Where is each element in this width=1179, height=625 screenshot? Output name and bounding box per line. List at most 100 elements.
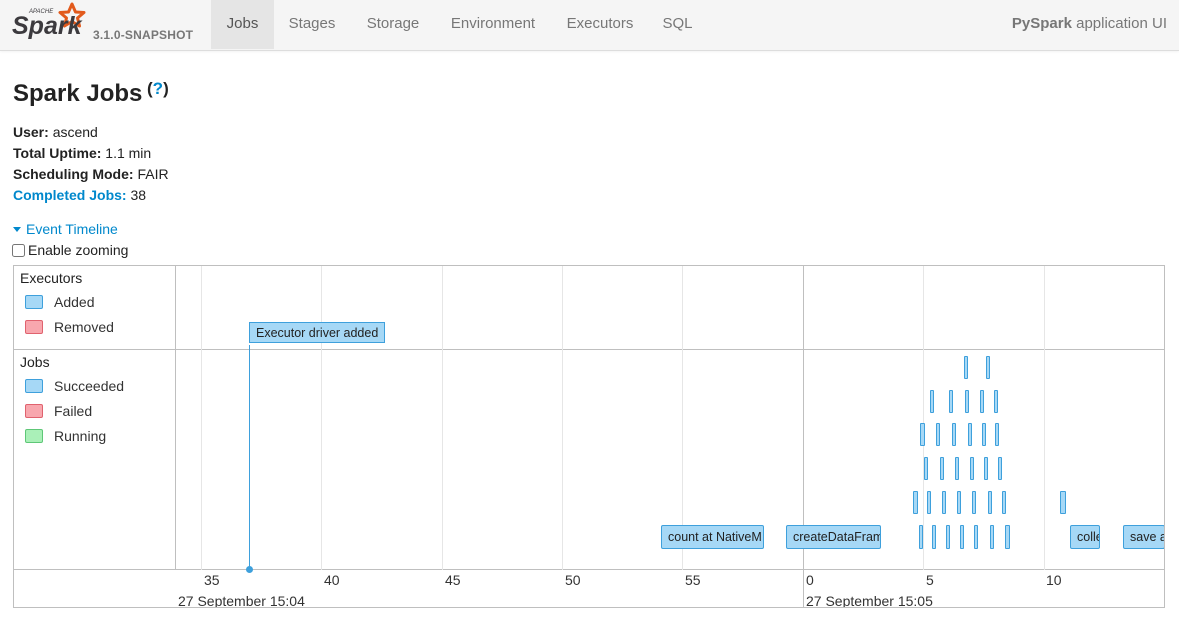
legend-running-swatch	[25, 429, 43, 443]
job-bar[interactable]	[946, 525, 950, 549]
gridline	[562, 266, 563, 570]
job-bar[interactable]	[1002, 491, 1006, 514]
tick-label: 35	[204, 572, 220, 588]
summary-completed: Completed Jobs: 38	[13, 185, 169, 206]
tab-jobs[interactable]: Jobs	[211, 0, 274, 49]
legend-succeeded-label: Succeeded	[54, 378, 125, 394]
job-bar[interactable]	[970, 457, 974, 480]
tick-label: 5	[926, 572, 934, 588]
scheduling-label: Scheduling Mode:	[13, 166, 134, 182]
completed-jobs-value: 38	[130, 187, 147, 203]
job-bar[interactable]	[942, 491, 946, 514]
job-bar[interactable]	[986, 356, 990, 379]
job-bar[interactable]	[990, 525, 994, 549]
job-bar[interactable]	[940, 457, 944, 480]
help-question[interactable]: ?	[153, 79, 163, 98]
zoom-row: Enable zooming	[12, 242, 128, 258]
event-timeline[interactable]: Executors Added Removed Jobs Succeeded F…	[13, 265, 1165, 608]
page-title: Spark Jobs	[13, 80, 143, 107]
tick-label: 55	[685, 572, 701, 588]
legend-removed-swatch	[25, 320, 43, 334]
tab-sql[interactable]: SQL	[650, 0, 705, 49]
job-count-at-nativem[interactable]: count at NativeM	[661, 525, 764, 549]
navbar: APACHE Spark 3.1.0-SNAPSHOT Jobs Stages …	[0, 0, 1179, 51]
job-bar[interactable]	[924, 457, 928, 480]
summary-uptime: Total Uptime: 1.1 min	[13, 143, 169, 164]
job-bar[interactable]	[930, 390, 934, 413]
job-collect[interactable]: colle	[1070, 525, 1100, 549]
job-bar[interactable]	[913, 491, 918, 514]
executors-group-title: Executors	[20, 270, 83, 286]
job-bar[interactable]	[984, 457, 988, 480]
job-bar[interactable]	[952, 423, 956, 446]
job-bar[interactable]	[964, 356, 968, 379]
executor-event-dot[interactable]	[246, 566, 253, 573]
summary-list: User: ascend Total Uptime: 1.1 min Sched…	[13, 122, 169, 206]
job-bar[interactable]	[972, 491, 976, 514]
job-bar[interactable]	[932, 525, 936, 549]
major-time-label: 27 September 15:05	[806, 593, 933, 608]
job-bar[interactable]	[927, 491, 931, 514]
caret-down-icon	[13, 226, 21, 232]
job-bar[interactable]	[936, 423, 940, 446]
gridline	[321, 266, 322, 570]
job-bar[interactable]	[949, 390, 953, 413]
legend-removed-label: Removed	[54, 319, 114, 335]
user-label: User:	[13, 124, 49, 140]
scheduling-value: FAIR	[137, 166, 169, 182]
job-bar[interactable]	[1005, 525, 1010, 549]
version-label: 3.1.0-SNAPSHOT	[93, 28, 194, 42]
completed-jobs-link[interactable]: Completed Jobs:	[13, 187, 127, 203]
legend-running-label: Running	[54, 428, 107, 444]
gridline	[201, 266, 202, 570]
spark-logo[interactable]: APACHE Spark 3.1.0-SNAPSHOT	[10, 2, 210, 48]
tab-environment[interactable]: Environment	[436, 0, 550, 49]
brand-spark: Spark	[12, 12, 83, 40]
timeline-label-column: Executors Added Removed Jobs Succeeded F…	[14, 266, 176, 570]
summary-scheduling: Scheduling Mode: FAIR	[13, 164, 169, 185]
gridline	[1044, 266, 1045, 570]
job-bar[interactable]	[968, 423, 972, 446]
legend-failed-swatch	[25, 404, 43, 418]
enable-zooming-checkbox[interactable]	[12, 244, 25, 257]
spark-logo-icon: APACHE Spark	[12, 2, 86, 40]
job-bar[interactable]	[955, 457, 959, 480]
gridline	[442, 266, 443, 570]
job-bar[interactable]	[960, 525, 964, 549]
jobs-group-title: Jobs	[20, 354, 50, 370]
tab-executors[interactable]: Executors	[552, 0, 648, 49]
timeline-grid: 35 40 45 50 55 0 5 10 27 September 15:04…	[175, 266, 1164, 608]
gridline-major	[803, 266, 804, 607]
app-name: PySpark	[1011, 15, 1072, 32]
tab-storage[interactable]: Storage	[352, 0, 434, 49]
job-bar[interactable]	[919, 525, 923, 549]
tick-label: 0	[806, 572, 814, 588]
legend-added-label: Added	[54, 294, 95, 310]
job-create-data-frame[interactable]: createDataFram	[786, 525, 881, 549]
app-title: PySpark application UI	[1012, 0, 1167, 48]
job-bar[interactable]	[994, 390, 998, 413]
job-bar[interactable]	[998, 457, 1002, 480]
help-link[interactable]: (?)	[147, 79, 169, 99]
job-bar[interactable]	[982, 423, 986, 446]
tab-stages[interactable]: Stages	[276, 0, 348, 49]
job-bar[interactable]	[965, 390, 969, 413]
tick-label: 50	[565, 572, 581, 588]
event-timeline-toggle[interactable]: Event Timeline	[13, 221, 118, 237]
tick-label: 10	[1046, 572, 1062, 588]
major-time-label: 27 September 15:04	[178, 593, 305, 608]
uptime-label: Total Uptime:	[13, 145, 102, 161]
job-bar[interactable]	[920, 423, 925, 446]
job-bar[interactable]	[957, 491, 961, 514]
job-bar[interactable]	[974, 525, 978, 549]
job-bar[interactable]	[988, 491, 992, 514]
enable-zooming-label: Enable zooming	[28, 242, 129, 258]
tick-label: 40	[324, 572, 340, 588]
job-bar[interactable]	[980, 390, 984, 413]
job-bar[interactable]	[1060, 491, 1066, 514]
executor-driver-added-event[interactable]: Executor driver added	[249, 322, 386, 343]
job-save[interactable]: save a	[1123, 525, 1164, 549]
job-bar[interactable]	[995, 423, 999, 446]
tick-label: 45	[445, 572, 461, 588]
user-value: ascend	[52, 124, 98, 140]
